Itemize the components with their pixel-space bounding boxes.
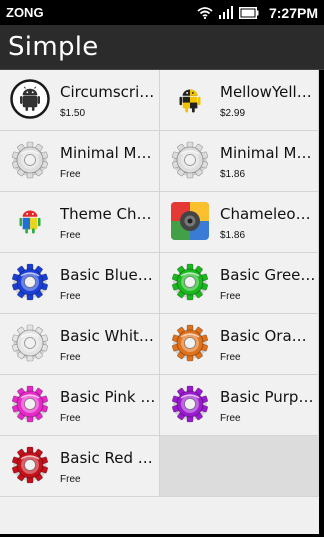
app-tile[interactable]: Basic Pink for Free bbox=[0, 375, 160, 436]
app-name: Basic Orange for bbox=[220, 327, 316, 345]
app-price: Free bbox=[60, 291, 81, 302]
app-price: Free bbox=[220, 352, 241, 363]
android-circle-icon bbox=[10, 79, 50, 119]
app-name: Basic Red for bbox=[60, 449, 156, 467]
white-gear-icon bbox=[10, 323, 50, 363]
green-gear-icon bbox=[170, 262, 210, 302]
clock: 7:27PM bbox=[268, 4, 318, 21]
app-price: $1.86 bbox=[220, 230, 246, 241]
app-grid: Circumscribed Android $1.50 MellowYellow… bbox=[0, 70, 319, 534]
app-name: Chameleon Launcher bbox=[220, 205, 316, 223]
app-name: Basic Blue for bbox=[60, 266, 156, 284]
blue-gear-icon bbox=[10, 262, 50, 302]
android-color-icon bbox=[10, 201, 50, 241]
carrier-name: ZONG bbox=[6, 5, 44, 20]
app-name: MellowYellow Android bbox=[220, 83, 316, 101]
app-name: Basic Green for bbox=[220, 266, 316, 284]
app-name: Theme Chooser bbox=[60, 205, 156, 223]
pink-gear-icon bbox=[10, 384, 50, 424]
app-tile[interactable]: Theme Chooser Free bbox=[0, 192, 160, 253]
app-price: $2.99 bbox=[220, 108, 246, 119]
app-name: Minimal Mach bbox=[60, 144, 156, 162]
app-name: Circumscribed Android bbox=[60, 83, 156, 101]
wifi-icon bbox=[197, 7, 213, 19]
app-price: Free bbox=[60, 230, 81, 241]
app-name: Basic White for bbox=[60, 327, 156, 345]
app-tile[interactable]: Basic Red for Free bbox=[0, 436, 160, 497]
empty-tile bbox=[160, 436, 319, 497]
app-tile[interactable]: Circumscribed Android $1.50 bbox=[0, 70, 160, 131]
action-bar: Simple bbox=[0, 25, 324, 70]
android-yellow-icon bbox=[170, 79, 210, 119]
screen-edge bbox=[319, 70, 324, 537]
app-price: Free bbox=[220, 413, 241, 424]
app-price: Free bbox=[60, 169, 81, 180]
app-tile[interactable]: Minimal Mach Free bbox=[0, 131, 160, 192]
app-price: Free bbox=[60, 413, 81, 424]
app-price: Free bbox=[60, 474, 81, 485]
page-title: Simple bbox=[8, 32, 99, 62]
app-tile[interactable]: Chameleon Launcher $1.86 bbox=[160, 192, 319, 253]
status-icons: 7:27PM bbox=[197, 5, 318, 21]
app-tile[interactable]: Basic Blue for Free bbox=[0, 253, 160, 314]
orange-gear-icon bbox=[170, 323, 210, 363]
app-price: $1.86 bbox=[220, 169, 246, 180]
signal-icon bbox=[218, 6, 233, 19]
app-name: Basic Pink for bbox=[60, 388, 156, 406]
white-gear-icon bbox=[170, 140, 210, 180]
app-tile[interactable]: MellowYellow Android $2.99 bbox=[160, 70, 319, 131]
app-tile[interactable]: Basic Orange for Free bbox=[160, 314, 319, 375]
app-tile[interactable]: Basic White for Free bbox=[0, 314, 160, 375]
chameleon-icon bbox=[170, 201, 210, 241]
battery-icon bbox=[238, 6, 259, 19]
status-bar: ZONG 7:27PM bbox=[0, 0, 324, 25]
purple-gear-icon bbox=[170, 384, 210, 424]
app-name: Basic Purple for bbox=[220, 388, 316, 406]
app-tile[interactable]: Minimal Mach $1.86 bbox=[160, 131, 319, 192]
app-tile[interactable]: Basic Purple for Free bbox=[160, 375, 319, 436]
app-price: Free bbox=[60, 352, 81, 363]
app-price: Free bbox=[220, 291, 241, 302]
app-tile[interactable]: Basic Green for Free bbox=[160, 253, 319, 314]
app-price: $1.50 bbox=[60, 108, 86, 119]
white-gear-icon bbox=[10, 140, 50, 180]
red-gear-icon bbox=[10, 445, 50, 485]
app-name: Minimal Mach bbox=[220, 144, 316, 162]
